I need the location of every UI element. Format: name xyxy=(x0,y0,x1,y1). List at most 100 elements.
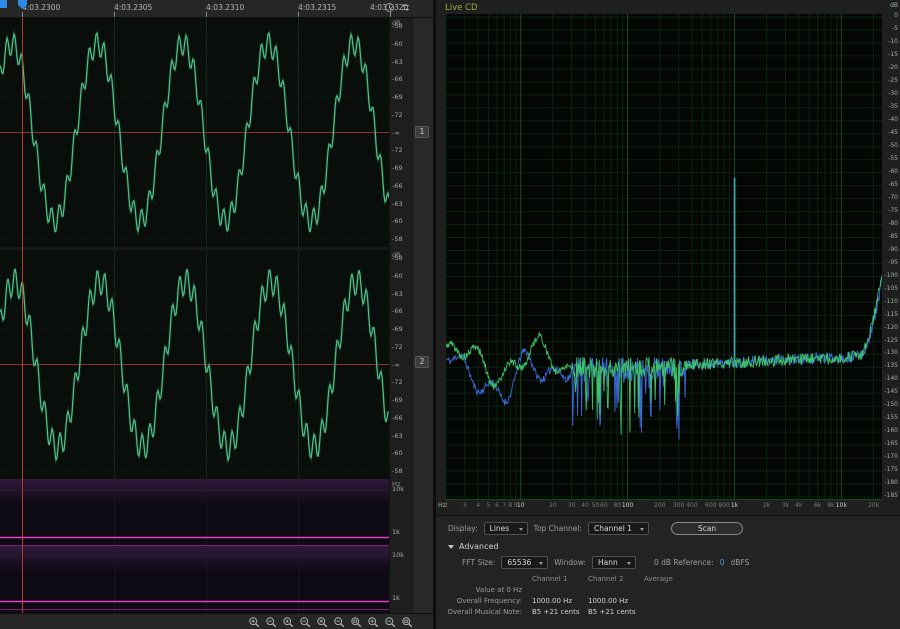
db-scale-label: -60 xyxy=(392,41,403,48)
db-tick-label: -105 xyxy=(884,286,898,292)
freq-tick-label: 8 xyxy=(508,502,512,509)
db-tick-label: -135 xyxy=(884,363,898,369)
window-label: Window: xyxy=(554,558,586,567)
fft-size-label: FFT Size: xyxy=(462,558,495,567)
reference-unit: dBFS xyxy=(730,558,749,567)
frequency-axis: Hz23456789102030405060801002003004006008… xyxy=(446,502,882,514)
frequency-plot[interactable] xyxy=(446,14,882,500)
stats-value xyxy=(532,585,588,595)
freq-tick-label: 3k xyxy=(782,502,789,509)
freq-tick-label: 2 xyxy=(444,502,448,509)
zoom-out-icon[interactable] xyxy=(264,615,279,629)
db-scale-label: -∞ xyxy=(392,362,400,369)
selection-start-marker[interactable] xyxy=(0,0,7,8)
chevron-down-icon xyxy=(640,528,644,531)
zoom-in-vertical-icon[interactable] xyxy=(315,615,330,629)
db-tick-label: -100 xyxy=(884,273,898,279)
zoom-out-horizontal-icon[interactable] xyxy=(298,615,313,629)
db-scale-label: -66 xyxy=(392,183,403,190)
db-scale-label: -66 xyxy=(392,308,403,315)
channel-2-badge[interactable]: 2 xyxy=(415,356,429,368)
fft-size-value: 65536 xyxy=(507,558,531,567)
db-scale-label: -∞ xyxy=(392,130,400,137)
top-channel-select[interactable]: Channel 1 xyxy=(588,522,649,535)
db-tick-label: -5 xyxy=(892,26,898,32)
zoom-out-vertical-icon[interactable] xyxy=(332,615,347,629)
freq-tick-label: 4 xyxy=(476,502,480,509)
freq-tick-label: 6 xyxy=(495,502,499,509)
freq-tick-label: 400 xyxy=(686,502,697,509)
freq-tick-label: 6k xyxy=(814,502,821,509)
db-scale-label: -63 xyxy=(392,291,403,298)
stats-value: B5 +21 cents xyxy=(588,607,644,617)
zoom-selection-out-point-icon[interactable] xyxy=(383,615,398,629)
display-label: Display: xyxy=(448,524,478,533)
channel-1-badge[interactable]: 1 xyxy=(415,126,429,138)
clock-icon[interactable] xyxy=(384,2,395,13)
db-scale-label: -63 xyxy=(392,201,403,208)
db-tick-label: -60 xyxy=(888,169,898,175)
freq-tick-label: 8k xyxy=(827,502,834,509)
ruler-settings-icon[interactable] xyxy=(400,2,411,13)
db-tick-label: -125 xyxy=(884,338,898,344)
analysis-controls: Display: Lines Top Channel: Channel 1 Sc… xyxy=(436,515,900,629)
db-scale-label: -72 xyxy=(392,344,403,351)
db-scale-label: -60 xyxy=(392,450,403,457)
freq-tick-label: 100 xyxy=(622,502,633,509)
timeline-tick xyxy=(22,12,23,17)
zoom-in-horizontal-icon[interactable] xyxy=(281,615,296,629)
chevron-down-icon xyxy=(519,528,523,531)
stats-value: 1000.00 Hz xyxy=(588,596,644,606)
stats-value: 1000.00 Hz xyxy=(532,596,588,606)
freq-tick-label: 10k xyxy=(836,502,847,509)
db-scale-label: -58 xyxy=(392,23,403,30)
scale-gutter xyxy=(412,18,433,613)
zoom-full-icon[interactable] xyxy=(400,615,415,629)
db-tick-label: -70 xyxy=(888,195,898,201)
freq-scale-label: 10k xyxy=(392,486,404,493)
db-tick-label: -110 xyxy=(884,299,898,305)
fft-size-select[interactable]: 65536 xyxy=(501,556,548,569)
db-tick-label: -50 xyxy=(888,143,898,149)
stats-row-label: Overall Frequency: xyxy=(440,596,532,606)
db-scale: dB0-5-10-15-20-25-30-35-40-45-50-55-60-6… xyxy=(883,0,900,512)
zoom-selection-in-point-icon[interactable] xyxy=(366,615,381,629)
freq-tick-label: 20k xyxy=(868,502,879,509)
stats-row-label: Overall Musical Note: xyxy=(440,607,532,617)
window-select[interactable]: Hann xyxy=(592,556,636,569)
db-tick-label: -20 xyxy=(888,65,898,71)
db-tick-label: -85 xyxy=(888,234,898,240)
db-tick-label: -45 xyxy=(888,130,898,136)
display-select[interactable]: Lines xyxy=(484,522,528,535)
timeline-tick xyxy=(206,12,207,17)
timeline-ruler[interactable]: 4:03.23004:03.23054:03.23104:03.23154:03… xyxy=(0,0,433,18)
scan-button[interactable]: Scan xyxy=(671,522,743,535)
db-scale-label: -63 xyxy=(392,433,403,440)
freq-tick-label: 80 xyxy=(613,502,621,509)
freq-tick-label: 5 xyxy=(487,502,491,509)
panel-divider[interactable] xyxy=(433,0,436,629)
db-scale-label: -69 xyxy=(392,397,403,404)
reference-value[interactable]: 0 xyxy=(720,558,725,567)
db-tick-label: -75 xyxy=(888,208,898,214)
amplitude-scale[interactable] xyxy=(389,18,412,613)
stats-value xyxy=(644,607,696,617)
timeline-label: 4:03.2310 xyxy=(206,3,244,12)
freq-tick-label: 200 xyxy=(654,502,665,509)
ruler-icons xyxy=(384,2,411,13)
db-unit-label: dB xyxy=(890,3,898,9)
freq-scale-label: 10k xyxy=(392,552,404,559)
db-scale-label: -72 xyxy=(392,379,403,386)
zoom-in-icon[interactable] xyxy=(247,615,262,629)
window-value: Hann xyxy=(598,558,618,567)
db-tick-label: -95 xyxy=(888,260,898,266)
advanced-toggle[interactable]: Advanced xyxy=(436,535,900,551)
freq-tick-label: 60 xyxy=(600,502,608,509)
panel-title: Live CD xyxy=(445,3,478,13)
stats-column-header: Average xyxy=(644,574,696,584)
freq-tick-label: 30 xyxy=(568,502,576,509)
freq-tick-label: 800 xyxy=(718,502,729,509)
zoom-to-selection-icon[interactable] xyxy=(349,615,364,629)
stats-value: B5 +21 cents xyxy=(532,607,588,617)
db-scale-label: -58 xyxy=(392,255,403,262)
